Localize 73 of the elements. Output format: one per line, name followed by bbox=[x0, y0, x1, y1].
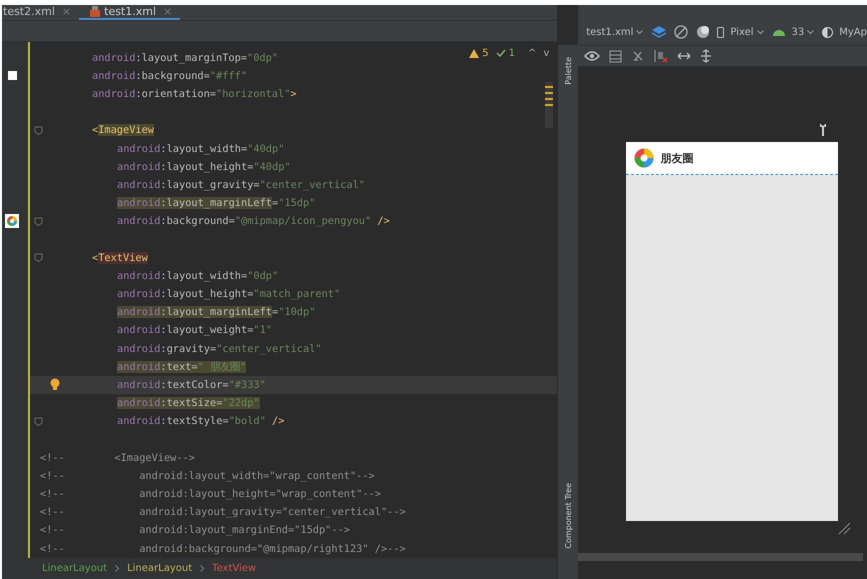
breadcrumb-item[interactable]: LinearLayout bbox=[127, 562, 192, 574]
color-swatch-icon[interactable] bbox=[8, 71, 16, 80]
phone-icon bbox=[717, 26, 724, 38]
code-line: android:layout_marginTop="0dp" bbox=[91, 52, 278, 64]
commented-code-line: <!-- <ImageView--> bbox=[40, 452, 195, 464]
scrollbar-marks bbox=[545, 82, 554, 128]
code-line: android:textStyle="bold" /> bbox=[116, 415, 284, 428]
code-line: android:text=" 朋友圈" bbox=[116, 360, 246, 374]
code-line: <ImageView bbox=[91, 124, 154, 136]
fold-marker-icon[interactable] bbox=[34, 126, 42, 135]
code-line: android:layout_height="match_parent" bbox=[116, 288, 340, 300]
warning-count[interactable]: 5 bbox=[482, 48, 489, 60]
code-line: android:textSize="22dp" bbox=[116, 397, 260, 410]
palette-tab[interactable]: Palette bbox=[564, 57, 573, 85]
chevron-down-icon bbox=[636, 30, 644, 34]
fold-marker-icon[interactable] bbox=[34, 416, 42, 426]
preview-title[interactable]: 朋友圈 bbox=[660, 150, 694, 166]
code-line: android:layout_height="40dp" bbox=[116, 160, 291, 173]
clear-constraints-icon[interactable] bbox=[654, 49, 668, 63]
device-dropdown[interactable]: Pixel bbox=[730, 26, 754, 38]
android-icon bbox=[772, 27, 786, 37]
layers-icon[interactable] bbox=[651, 25, 668, 39]
wrench-icon[interactable] bbox=[819, 124, 828, 136]
tab-label[interactable]: test1.xml bbox=[104, 5, 156, 18]
theme-dropdown[interactable]: MyAp bbox=[839, 26, 867, 38]
night-mode-icon[interactable] bbox=[695, 24, 712, 40]
previous-highlight-button[interactable]: ^ bbox=[528, 48, 536, 60]
breadcrumb-item[interactable]: LinearLayout bbox=[42, 562, 108, 574]
code-line: android:layout_width="0dp" bbox=[116, 270, 278, 282]
weak-warning-count[interactable]: 1 bbox=[508, 48, 515, 60]
image-preview-icon[interactable] bbox=[5, 214, 19, 228]
code-line: android:layout_gravity="center_vertical" bbox=[116, 178, 365, 191]
fold-marker-icon[interactable] bbox=[34, 216, 42, 226]
warning-icon bbox=[469, 49, 480, 58]
code-line: android:layout_weight="1" bbox=[116, 324, 272, 336]
commented-code-line: <!-- android:layout_width="wrap_content"--> bbox=[40, 470, 375, 482]
horizontal-scrollbar[interactable] bbox=[578, 553, 863, 561]
component-tree-tab[interactable]: Component Tree bbox=[564, 483, 573, 549]
breadcrumb-item[interactable]: TextView bbox=[212, 562, 256, 574]
vertical-arrows-icon[interactable] bbox=[700, 49, 712, 63]
lightbulb-icon[interactable] bbox=[50, 378, 60, 392]
next-highlight-button[interactable]: v bbox=[543, 48, 550, 60]
code-line: android:orientation="horizontal"> bbox=[91, 88, 297, 100]
chevron-right-icon bbox=[200, 564, 204, 572]
blueprint-icon[interactable] bbox=[609, 50, 622, 62]
code-line: android:background="#fff" bbox=[91, 70, 248, 82]
horizontal-arrows-icon[interactable] bbox=[677, 52, 692, 60]
code-line: android:gravity="center_vertical" bbox=[116, 342, 322, 355]
fold-marker-icon[interactable] bbox=[34, 253, 42, 262]
code-line: android:textColor="#333" bbox=[116, 378, 266, 391]
rotate-icon[interactable] bbox=[673, 24, 690, 40]
code-line: android:layout_marginLeft="10dp" bbox=[116, 306, 316, 318]
file-dropdown[interactable]: test1.xml bbox=[586, 26, 634, 38]
chevron-right-icon bbox=[115, 564, 120, 572]
theme-icon bbox=[822, 26, 834, 38]
app-icon bbox=[632, 147, 655, 169]
api-level-dropdown[interactable]: 33 bbox=[792, 26, 804, 38]
eye-icon[interactable] bbox=[584, 50, 600, 62]
tab-label[interactable]: test2.xml bbox=[3, 5, 55, 18]
code-line: <TextView bbox=[91, 252, 148, 264]
chevron-down-icon bbox=[807, 30, 814, 34]
code-line: android:layout_width="40dp" bbox=[116, 142, 284, 154]
file-tab[interactable]: test2.xml × bbox=[2, 5, 80, 20]
code-line: android:background="@mipmap/icon_pengyou" /> bbox=[116, 215, 390, 228]
code-line: android:layout_marginLeft="15dp" bbox=[116, 197, 316, 210]
check-icon bbox=[496, 49, 506, 58]
commented-code-line: <!-- android:layout_marginEnd="15dp"--> bbox=[40, 524, 350, 536]
commented-code-line: <!-- android:layout_gravity="center_vertical"--> bbox=[40, 506, 406, 518]
resize-handle-icon[interactable] bbox=[837, 521, 851, 535]
commented-code-line: <!-- android:background="@mipmap/right123" />--> bbox=[40, 542, 406, 555]
chevron-down-icon bbox=[756, 30, 764, 34]
xml-file-icon bbox=[89, 6, 102, 18]
commented-code-line: <!-- android:layout_height="wrap_content"--> bbox=[40, 488, 381, 500]
